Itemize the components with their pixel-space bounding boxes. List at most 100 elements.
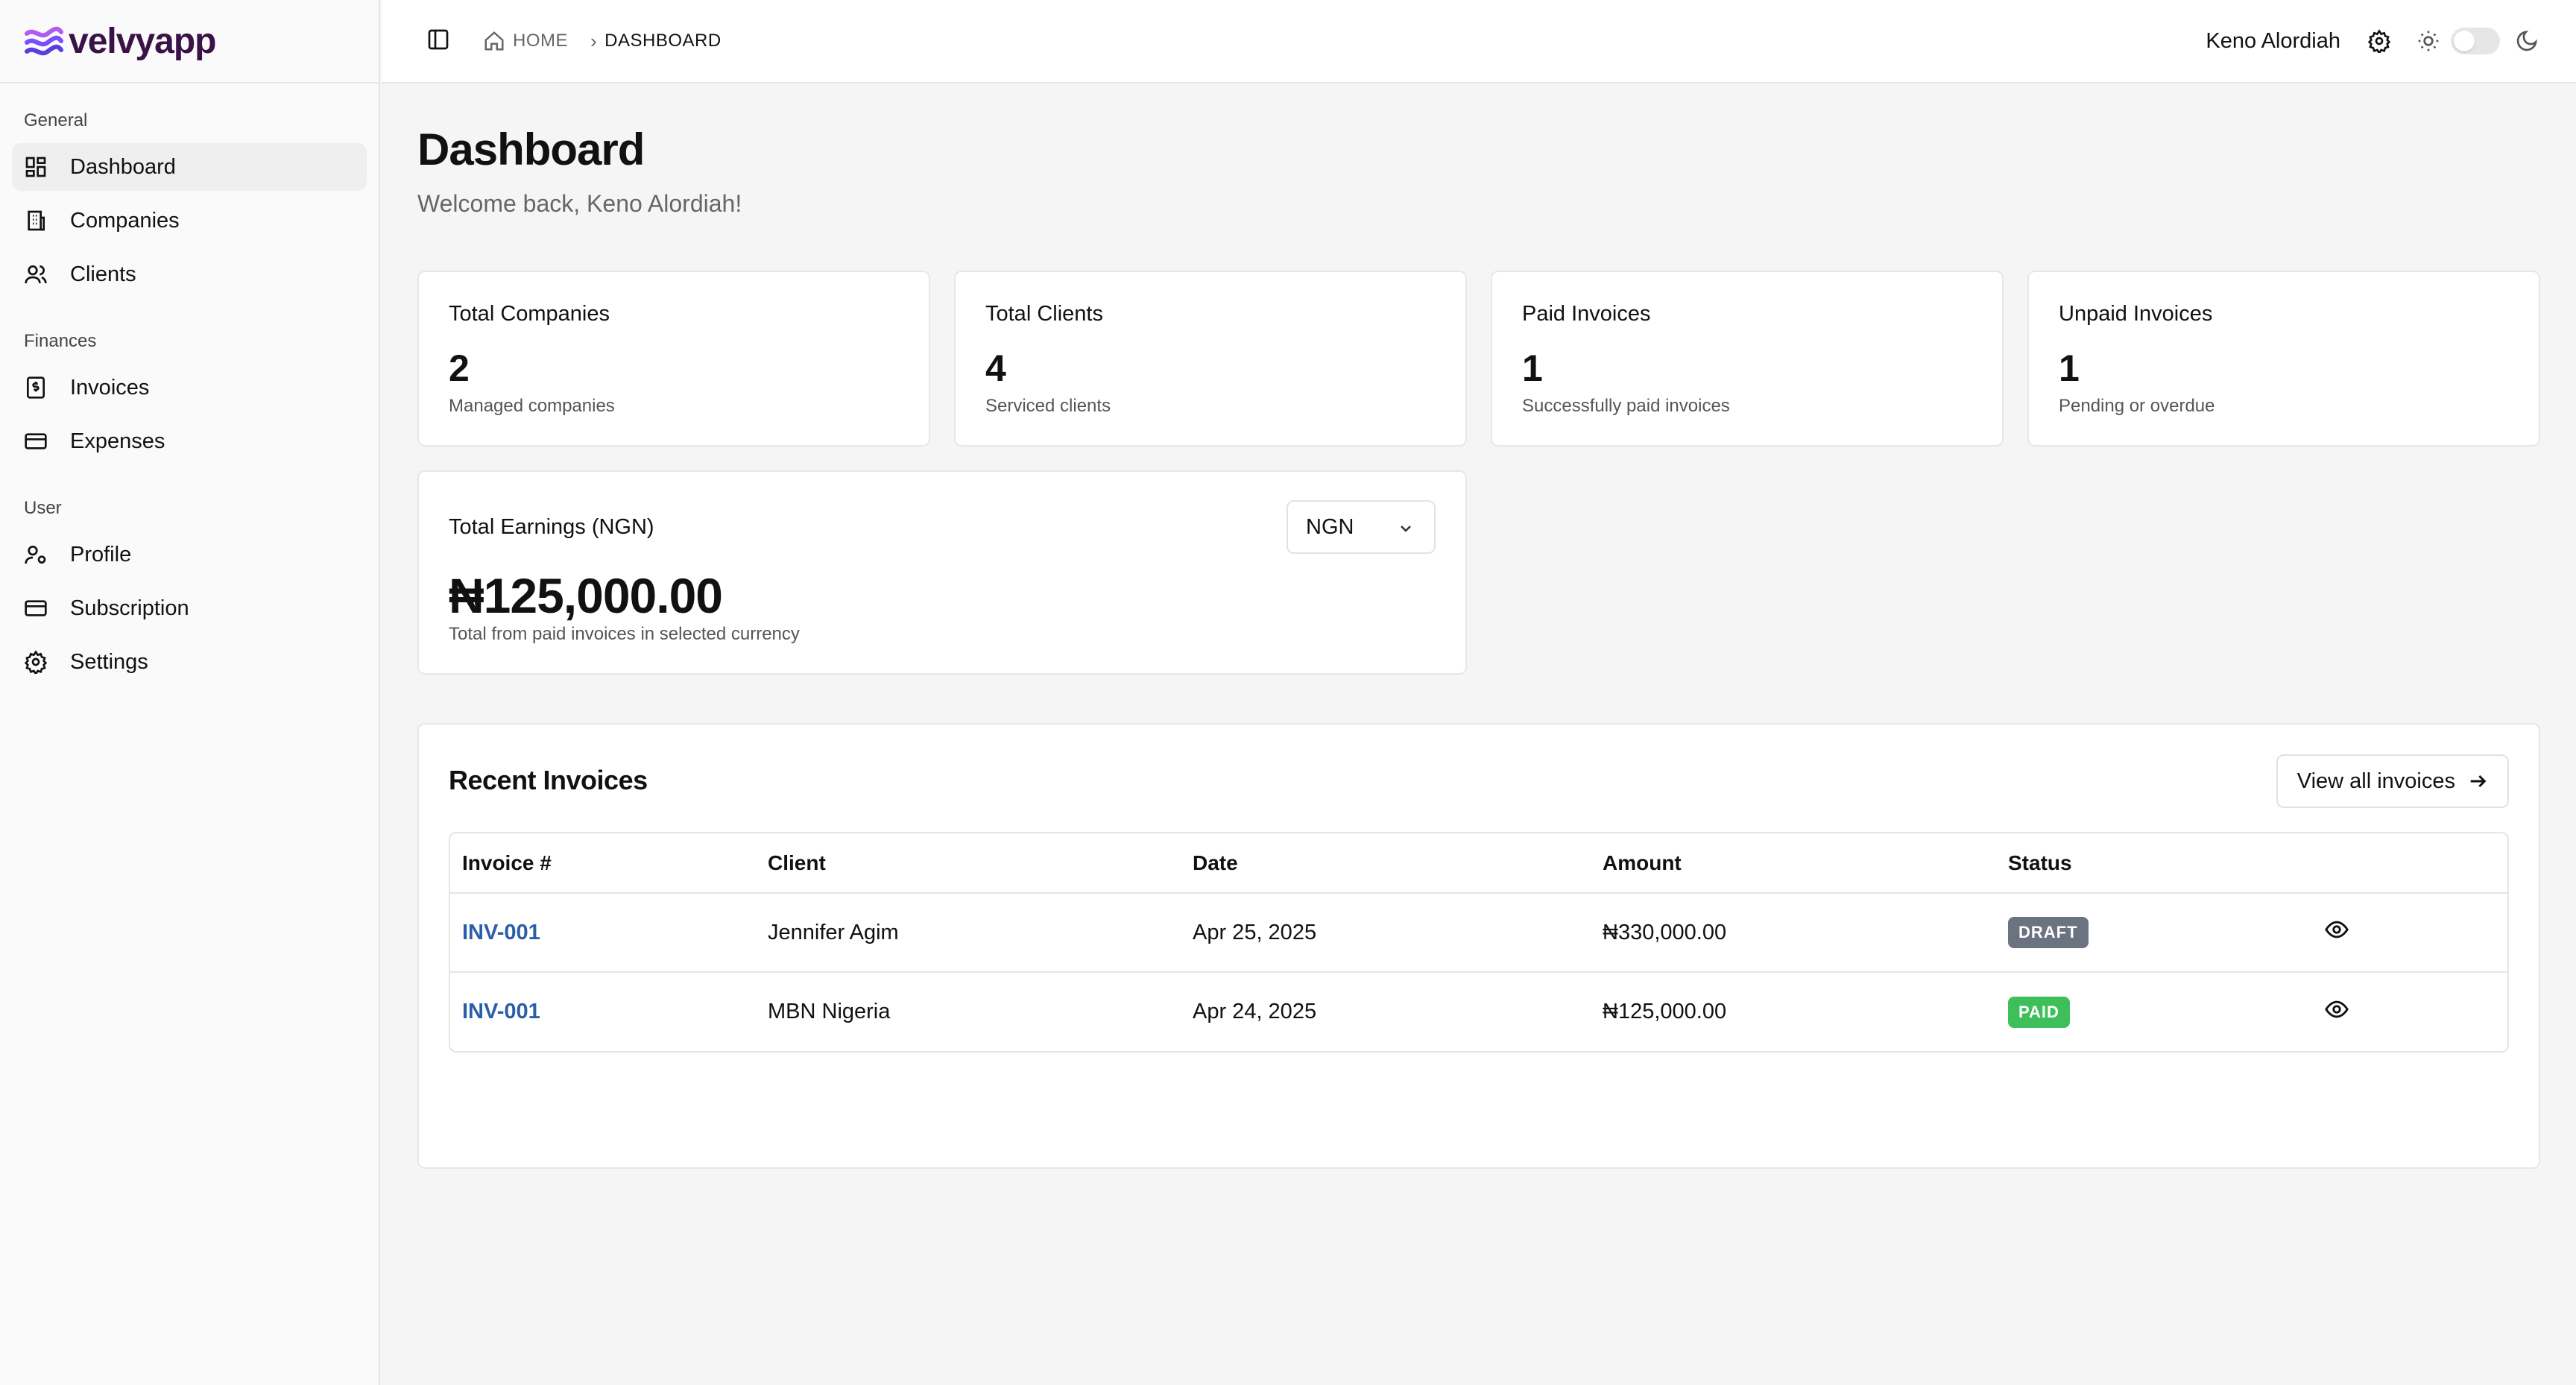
nav-group-general: General Dashboard Companies Clients (0, 83, 379, 298)
date-cell: Apr 25, 2025 (1181, 893, 1591, 973)
sidebar-item-clients[interactable]: Clients (12, 250, 367, 298)
sidebar-item-label: Subscription (70, 596, 189, 620)
wave-logo-icon (25, 26, 63, 56)
gear-icon[interactable] (2367, 29, 2391, 53)
status-badge: PAID (2008, 996, 2070, 1028)
stat-description: Managed companies (449, 396, 615, 416)
user-cog-icon (24, 543, 48, 567)
stat-value: 4 (985, 347, 1006, 389)
main-content: Dashboard Welcome back, Keno Alordiah! T… (382, 83, 2576, 1385)
sidebar-item-companies[interactable]: Companies (12, 197, 367, 244)
page-title: Dashboard (417, 124, 645, 174)
breadcrumb: HOME › DASHBOARD (483, 30, 722, 53)
breadcrumb-home[interactable]: HOME (483, 30, 568, 52)
column-header-actions (2312, 833, 2507, 894)
view-all-invoices-button[interactable]: View all invoices (2276, 754, 2509, 808)
view-all-label: View all invoices (2296, 769, 2455, 793)
column-header-invoice: Invoice # (450, 833, 756, 894)
dashboard-grid-icon (24, 155, 48, 179)
sun-icon (2418, 31, 2439, 51)
nav-group-user: User Profile Subscription Settings (0, 471, 379, 686)
logo[interactable]: velvyapp (0, 0, 379, 83)
sidebar-item-subscription[interactable]: Subscription (12, 584, 367, 632)
invoice-link[interactable]: INV-001 (462, 921, 540, 944)
currency-select[interactable]: NGN (1287, 500, 1436, 554)
stat-card-paid-invoices: Paid Invoices 1 Successfully paid invoic… (1491, 271, 2004, 447)
stat-description: Serviced clients (985, 396, 1111, 416)
topbar: HOME › DASHBOARD Keno Alordiah (382, 0, 2576, 83)
theme-toggle[interactable] (2451, 28, 2500, 54)
sidebar-item-expenses[interactable]: Expenses (12, 417, 367, 465)
sidebar-item-dashboard[interactable]: Dashboard (12, 143, 367, 191)
sidebar-item-label: Settings (70, 649, 148, 674)
stat-value: 1 (2059, 347, 2080, 389)
stat-title: Unpaid Invoices (2059, 302, 2213, 326)
sidebar-item-invoices[interactable]: Invoices (12, 364, 367, 411)
stat-value: 2 (449, 347, 470, 389)
earnings-description: Total from paid invoices in selected cur… (449, 624, 800, 644)
users-icon (24, 262, 48, 286)
sidebar-item-label: Invoices (70, 375, 150, 400)
sidebar-item-profile[interactable]: Profile (12, 531, 367, 578)
sidebar: velvyapp General Dashboard Companies Cli… (0, 0, 380, 1385)
stat-card-total-clients: Total Clients 4 Serviced clients (954, 271, 1467, 447)
receipt-icon (24, 376, 48, 400)
sidebar-item-label: Clients (70, 262, 136, 286)
earnings-title: Total Earnings (NGN) (449, 515, 654, 539)
invoices-table: Invoice # Client Date Amount Status INV-… (449, 832, 2509, 1053)
building-icon (24, 209, 48, 233)
table-row: INV-001 MBN Nigeria Apr 24, 2025 ₦125,00… (450, 972, 2507, 1051)
home-icon (484, 31, 504, 51)
stat-description: Pending or overdue (2059, 396, 2215, 416)
client-cell: Jennifer Agim (756, 893, 1181, 973)
stat-title: Total Companies (449, 302, 610, 326)
breadcrumb-home-label: HOME (513, 31, 568, 51)
client-cell: MBN Nigeria (768, 1000, 891, 1023)
stat-title: Total Clients (985, 302, 1103, 326)
nav-group-finances: Finances Invoices Expenses (0, 304, 379, 465)
brand-name: velvyapp (69, 21, 216, 61)
recent-invoices-card: Recent Invoices View all invoices Invoic… (417, 723, 2540, 1169)
breadcrumb-current: DASHBOARD (604, 31, 722, 51)
sidebar-item-label: Dashboard (70, 154, 176, 179)
stat-description: Successfully paid invoices (1522, 396, 1730, 416)
column-header-client: Client (756, 833, 1181, 894)
topbar-right: Keno Alordiah (2206, 28, 2539, 54)
table-row: INV-001 Jennifer Agim Apr 25, 2025 ₦330,… (450, 893, 2507, 973)
status-badge: DRAFT (2008, 917, 2089, 948)
moon-icon (2516, 31, 2537, 51)
column-header-amount: Amount (1591, 833, 1996, 894)
sidebar-toggle-icon[interactable] (426, 28, 450, 55)
amount-cell: ₦330,000.00 (1591, 893, 1996, 973)
sidebar-item-label: Profile (70, 542, 132, 567)
earnings-value: ₦125,000.00 (449, 568, 723, 623)
stat-title: Paid Invoices (1522, 302, 1651, 326)
nav-heading-general: General (24, 110, 88, 130)
gear-icon (24, 650, 48, 674)
credit-card-icon (24, 429, 48, 453)
nav-heading-finances: Finances (24, 331, 97, 351)
column-header-date: Date (1181, 833, 1591, 894)
nav-heading-user: User (24, 498, 62, 518)
sidebar-item-settings[interactable]: Settings (12, 638, 367, 686)
welcome-message: Welcome back, Keno Alordiah! (417, 190, 742, 217)
sidebar-item-label: Companies (70, 208, 180, 233)
user-name[interactable]: Keno Alordiah (2206, 29, 2340, 54)
stat-card-total-companies: Total Companies 2 Managed companies (417, 271, 930, 447)
sidebar-item-label: Expenses (70, 429, 165, 453)
arrow-right-icon (2470, 774, 2487, 788)
column-header-status: Status (1996, 833, 2312, 894)
credit-card-icon (24, 596, 48, 620)
chevron-down-icon (1401, 526, 1411, 532)
eye-icon[interactable] (2324, 917, 2349, 942)
recent-invoices-title: Recent Invoices (449, 765, 648, 795)
date-cell: Apr 24, 2025 (1193, 1000, 1317, 1023)
chevron-right-icon: › (590, 29, 598, 52)
eye-icon[interactable] (2324, 997, 2349, 1022)
earnings-card: Total Earnings (NGN) NGN ₦125,000.00 Tot… (417, 470, 1467, 675)
currency-select-value: NGN (1306, 514, 1354, 539)
stat-card-unpaid-invoices: Unpaid Invoices 1 Pending or overdue (2027, 271, 2540, 447)
table-header-row: Invoice # Client Date Amount Status (450, 833, 2507, 894)
stat-value: 1 (1522, 347, 1543, 389)
invoice-link[interactable]: INV-001 (462, 1000, 540, 1023)
